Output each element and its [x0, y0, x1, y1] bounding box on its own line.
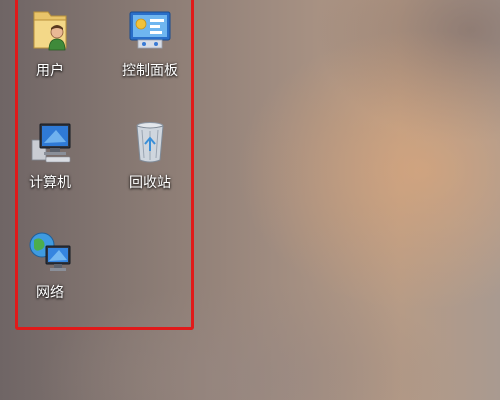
desktop-icon-network[interactable]: 网络	[10, 228, 90, 302]
desktop-icon-label: 计算机	[29, 175, 71, 191]
desktop-icon-label: 用户	[36, 63, 64, 79]
desktop-icon-computer[interactable]: 计算机	[10, 118, 90, 192]
desktop-icon-control-panel[interactable]: 控制面板	[110, 6, 190, 80]
desktop-icon-label: 网络	[36, 285, 64, 301]
network-icon	[29, 232, 71, 271]
desktop[interactable]: 用户 控制面板 计算机 回收站 网络	[0, 0, 500, 400]
user-folder-icon	[33, 11, 67, 51]
computer-icon	[31, 123, 71, 163]
desktop-icon-label: 回收站	[129, 175, 171, 191]
desktop-icon-label: 控制面板	[122, 63, 178, 79]
control-panel-icon	[129, 11, 171, 49]
desktop-icon-user[interactable]: 用户	[10, 6, 90, 80]
recycle-bin-icon	[136, 122, 164, 163]
desktop-icon-recycle-bin[interactable]: 回收站	[110, 118, 190, 192]
